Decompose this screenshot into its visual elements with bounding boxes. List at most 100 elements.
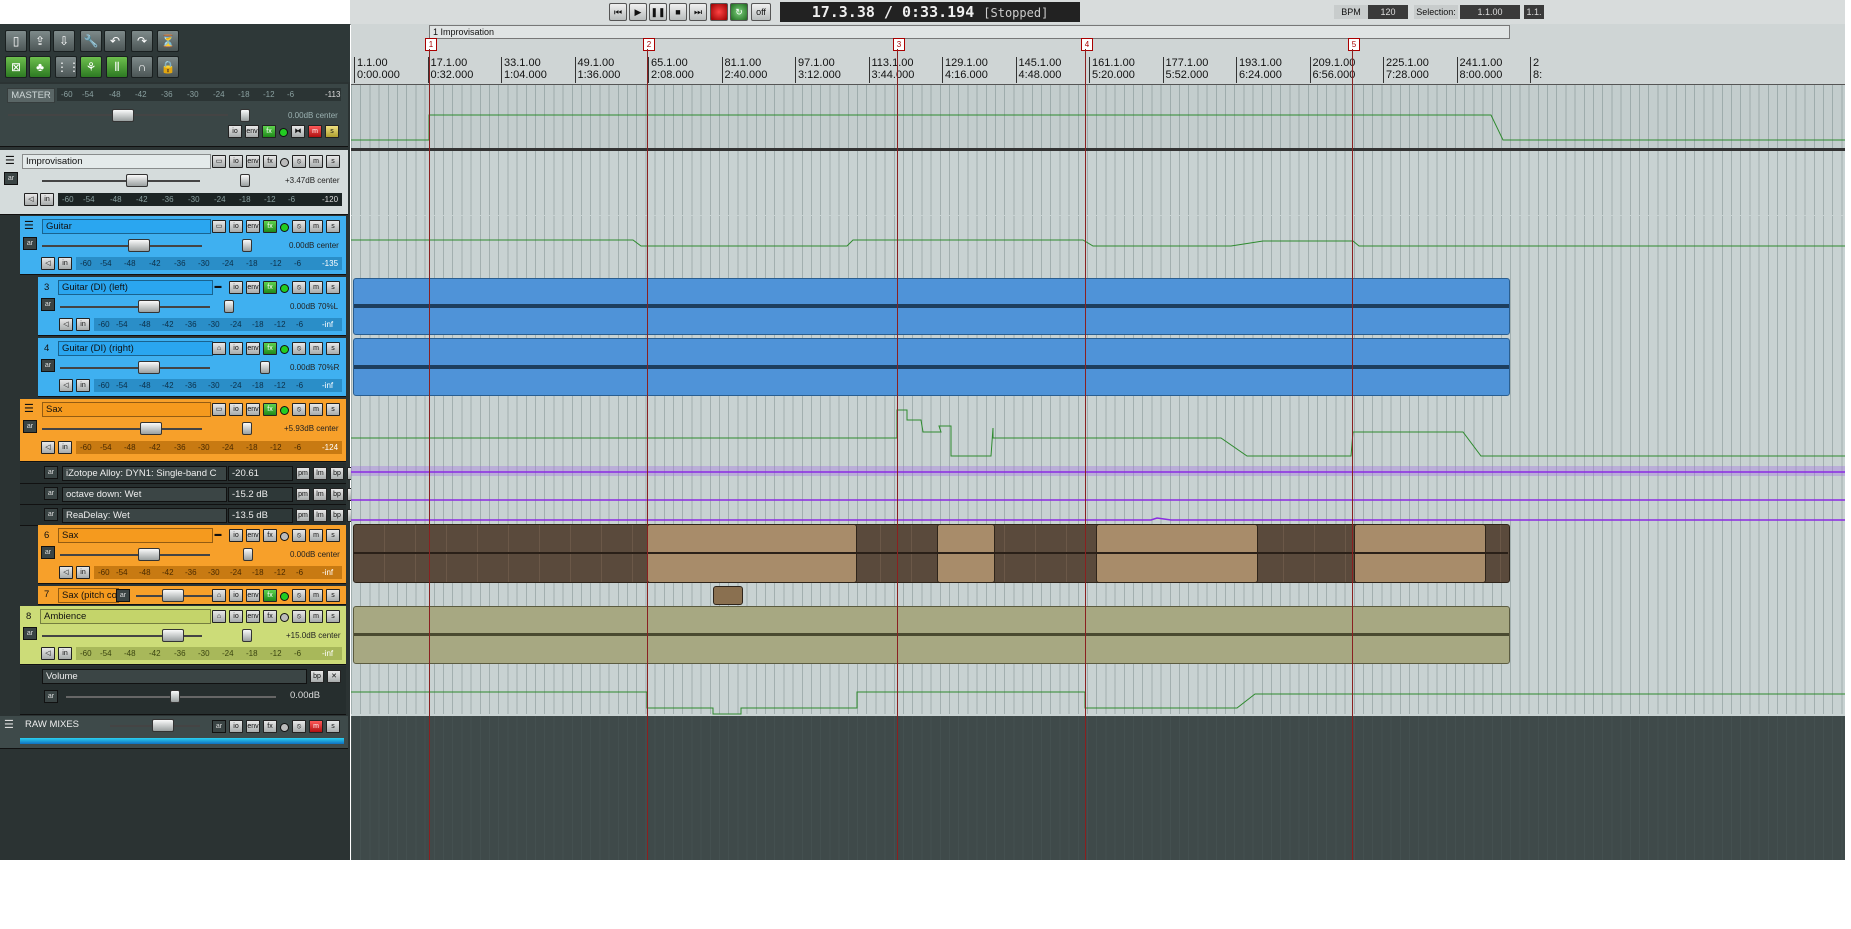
fx-enabled-icon[interactable] — [280, 406, 289, 415]
track-name[interactable]: Guitar (DI) (left) — [58, 280, 213, 295]
record-button[interactable] — [710, 3, 728, 21]
master-mono-icon[interactable]: ⧓ — [291, 125, 305, 138]
pan-knob[interactable] — [242, 629, 252, 642]
lm-button[interactable]: lm — [313, 488, 327, 501]
phase-icon[interactable]: ⦸ — [292, 589, 306, 602]
home-icon[interactable]: ⌂ — [212, 610, 226, 623]
arrange-view[interactable]: 1 Improvisation 1.1.00 0:00.000 17.1.00 0:3… — [351, 24, 1845, 860]
input-button[interactable]: in — [58, 441, 72, 454]
fx-enabled-icon[interactable] — [280, 613, 289, 622]
fx-enabled-icon[interactable] — [280, 223, 289, 232]
mute-button[interactable]: m — [309, 155, 323, 168]
fx-button[interactable]: fx — [263, 529, 277, 542]
folder-icon[interactable]: ☰ — [5, 154, 15, 167]
mute-button[interactable]: m — [309, 220, 323, 233]
volume-knob[interactable] — [138, 548, 160, 561]
volume-slider[interactable] — [60, 554, 210, 556]
phase-icon[interactable]: ⦸ — [292, 281, 306, 294]
phase-icon[interactable]: ⦸ — [292, 155, 306, 168]
envelope-arm-button[interactable]: ar — [44, 690, 58, 703]
env-button[interactable]: env — [246, 610, 260, 623]
volume-slider[interactable] — [60, 367, 210, 369]
fx-enabled-icon[interactable] — [280, 345, 289, 354]
pan-knob[interactable] — [242, 422, 252, 435]
track-name[interactable]: Ambience — [40, 609, 211, 624]
envelope-row[interactable]: ar ReaDelay: Wet -13.5 dB pm lm bp ✕ — [20, 505, 361, 526]
fx-enabled-icon[interactable] — [280, 532, 289, 541]
folder-icon[interactable]: ☰ — [24, 402, 34, 415]
input-monitor-icon[interactable]: ◁ — [59, 379, 73, 392]
solo-button[interactable]: s — [326, 155, 340, 168]
off-button[interactable]: off — [751, 3, 771, 21]
solo-button[interactable]: s — [326, 220, 340, 233]
arm-record-button[interactable]: ar — [23, 420, 37, 433]
master-io-button[interactable]: io — [228, 125, 242, 138]
master-track[interactable]: MASTER -60 -54 -48 -42 -36 -30 -24 -18 -12 -6 -11… — [0, 84, 348, 147]
io-button[interactable]: io — [229, 155, 243, 168]
fx-enabled-icon[interactable] — [280, 158, 289, 167]
io-button[interactable]: io — [229, 610, 243, 623]
master-env-button[interactable]: env — [245, 125, 259, 138]
envelope-arm-button[interactable]: ar — [44, 508, 58, 521]
arm-record-button[interactable]: ar — [212, 720, 226, 733]
marker-3[interactable]: 3 — [893, 38, 905, 51]
lock-items-icon[interactable]: ⦀ — [106, 56, 128, 78]
env-button[interactable]: env — [246, 529, 260, 542]
arm-record-button[interactable]: ar — [41, 298, 55, 311]
solo-button[interactable]: s — [326, 610, 340, 623]
marker-2[interactable]: 2 — [643, 38, 655, 51]
volume-slider[interactable] — [60, 306, 210, 308]
envelope-arm-button[interactable]: ar — [44, 466, 58, 479]
pm-button[interactable]: pm — [296, 467, 310, 480]
snap-grid-icon[interactable]: ⋮⋮ — [55, 56, 80, 78]
settings-wrench-icon[interactable]: 🔧 — [80, 30, 102, 52]
track-ambience[interactable]: 8 Ambience ar +15.0dB center ◁ in -60 -54… — [20, 606, 346, 665]
input-button[interactable]: in — [58, 647, 72, 660]
volume-knob[interactable] — [138, 300, 160, 313]
bypass-button[interactable]: bp — [330, 488, 344, 501]
repeat-icon[interactable]: ↻ — [730, 3, 748, 21]
arm-record-button[interactable]: ar — [116, 589, 130, 602]
bpm-value[interactable]: 120 — [1368, 5, 1408, 19]
mute-button[interactable]: m — [309, 720, 323, 733]
volume-envelope-row[interactable]: Volume bp ✕ ar 0.00dB — [20, 666, 346, 715]
io-button[interactable]: io — [229, 589, 243, 602]
env-button[interactable]: env — [246, 220, 260, 233]
phase-icon[interactable]: ⦸ — [292, 342, 306, 355]
pan-knob[interactable] — [224, 300, 234, 313]
env-button[interactable]: env — [246, 155, 260, 168]
envelope-name[interactable]: Volume — [42, 669, 307, 684]
arm-record-button[interactable]: ar — [23, 237, 37, 250]
volume-slider[interactable] — [42, 245, 202, 247]
track-improvisation[interactable]: ☰ Improvisation ar +3.47dB center ◁ in -… — [0, 150, 348, 215]
input-monitor-icon[interactable]: ◁ — [59, 318, 73, 331]
track-sax-pitch[interactable]: 7 Sax (pitch co ar ⌂ io env fx ⦸ m s — [38, 586, 346, 605]
pan-knob[interactable] — [242, 239, 252, 252]
envelope-knob[interactable] — [170, 690, 180, 703]
pause-button[interactable]: ❚❚ — [649, 3, 667, 21]
magnet-icon[interactable]: ∩ — [131, 56, 153, 78]
master-mute-button[interactable]: m — [308, 125, 322, 138]
lm-button[interactable]: lm — [313, 467, 327, 480]
play-button[interactable]: ▶ — [629, 3, 647, 21]
volume-knob[interactable] — [140, 422, 162, 435]
volume-knob[interactable] — [162, 629, 184, 642]
io-button[interactable]: io — [229, 220, 243, 233]
phase-icon[interactable]: ⦸ — [292, 720, 306, 733]
master-pan-knob[interactable] — [240, 109, 250, 122]
input-monitor-icon[interactable]: ◁ — [41, 257, 55, 270]
env-button[interactable]: env — [246, 589, 260, 602]
volume-slider[interactable] — [42, 180, 200, 182]
bypass-button[interactable]: bp — [310, 670, 324, 683]
env-button[interactable]: env — [246, 403, 260, 416]
marker-1[interactable]: 1 — [425, 38, 437, 51]
fx-button[interactable]: fx — [263, 403, 277, 416]
track-name[interactable]: Improvisation — [22, 154, 211, 169]
phase-icon[interactable]: ⦸ — [292, 220, 306, 233]
envelope-value[interactable]: -13.5 dB — [228, 508, 293, 523]
fx-button[interactable]: fx — [263, 589, 277, 602]
solo-button[interactable]: s — [326, 720, 340, 733]
mute-button[interactable]: m — [309, 589, 323, 602]
mute-button[interactable]: m — [309, 529, 323, 542]
track-guitar-di-left[interactable]: 3 Guitar (DI) (left) ar 0.00dB 70%L ◁ in… — [38, 277, 346, 336]
